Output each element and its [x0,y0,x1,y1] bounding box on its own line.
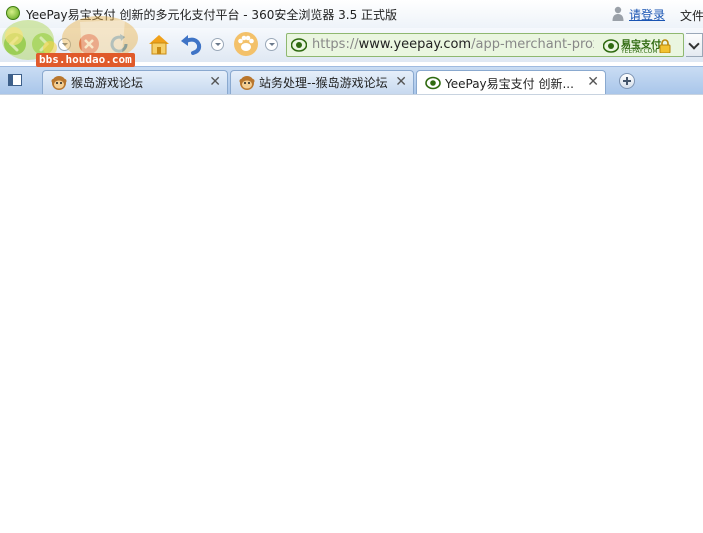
undo-dropdown-icon[interactable] [211,38,224,51]
lock-icon[interactable] [659,39,671,53]
yeepay-cert-icon [603,39,619,53]
address-bar[interactable]: https://www.yeepay.com/app-merchant-prox… [286,33,684,57]
yeepay-icon [425,76,441,90]
menu-file[interactable]: 文件 [680,7,703,24]
tab-label: 猴岛游戏论坛 [71,76,144,90]
certificate-sublabel: YEEPAY.COM [621,48,658,55]
undo-icon[interactable] [178,31,204,57]
address-dropdown-button[interactable] [686,33,703,57]
yeepay-site-icon [291,38,307,52]
page-content-area[interactable] [0,94,703,533]
user-icon [612,6,624,21]
url-host: www.yeepay.com [358,37,472,52]
tab-houdao-forum[interactable]: 猴岛游戏论坛 ✕ [42,70,228,94]
tab-close-icon[interactable]: ✕ [209,75,221,89]
back-icon[interactable] [2,31,28,57]
home-icon[interactable] [146,31,172,57]
tab-label: YeePay易宝支付 创新... [445,76,574,91]
tab-site-affairs[interactable]: 站务处理--猴岛游戏论坛 ✕ [230,70,414,94]
title-bar: YeePay易宝支付 创新的多元化支付平台 - 360安全浏览器 3.5 正式版… [0,0,703,28]
sidebar-toggle-icon[interactable] [8,74,22,86]
url-scheme: https:// [312,37,359,52]
tab-label: 站务处理--猴岛游戏论坛 [259,76,388,90]
window-title: YeePay易宝支付 创新的多元化支付平台 - 360安全浏览器 3.5 正式版 [26,8,398,22]
browser-app-icon [6,6,20,20]
tab-strip: 猴岛游戏论坛 ✕ 站务处理--猴岛游戏论坛 ✕ YeePay易宝支付 创新...… [0,66,703,95]
url-path: /app-merchant-prox [471,37,594,52]
monkey-icon [239,75,255,90]
tab-close-icon[interactable]: ✕ [587,75,599,89]
tab-close-icon[interactable]: ✕ [395,75,407,89]
new-tab-button[interactable] [619,73,635,89]
login-link[interactable]: 请登录 [629,6,665,23]
history-dropdown-icon[interactable] [58,38,71,51]
monkey-icon [51,75,67,90]
url-input[interactable]: https://www.yeepay.com/app-merchant-prox [312,37,594,55]
watermark-site-text: bbs.houdao.com [36,53,135,67]
paw-icon[interactable] [233,31,259,57]
tab-yeepay[interactable]: YeePay易宝支付 创新... ✕ [416,70,606,95]
paw-dropdown-icon[interactable] [265,38,278,51]
